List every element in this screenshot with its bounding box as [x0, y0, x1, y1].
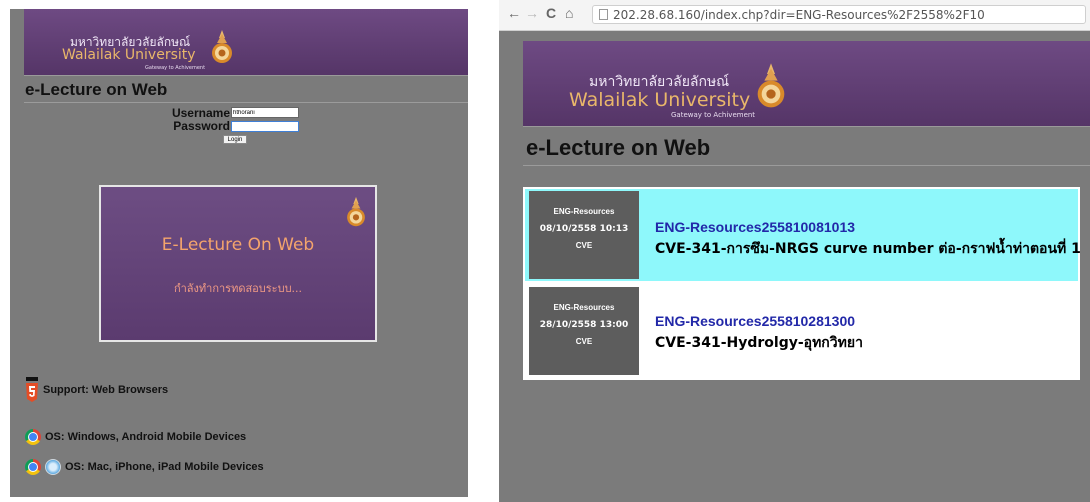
university-banner: มหาวิทยาลัยวลัยลักษณ์ Walailak Universit…	[523, 41, 1090, 127]
username-label: Username	[171, 106, 230, 120]
title-divider	[24, 102, 468, 103]
lecture-link[interactable]: ENG-Resources255810281300	[655, 313, 855, 329]
splash-panel: E-Lecture On Web กำลังทำการทดสอบระบบ...	[99, 185, 377, 342]
splash-status-text: กำลังทำการทดสอบระบบ...	[173, 282, 303, 295]
lecture-category: ENG-Resources	[553, 303, 615, 312]
lecture-description: CVE-341-Hydrolgy-อุทกวิทยา	[655, 335, 863, 351]
safari-icon	[45, 459, 61, 475]
support-mac-text: OS: Mac, iPhone, iPad Mobile Devices	[65, 461, 264, 473]
chrome-icon	[25, 459, 41, 475]
username-input[interactable]	[231, 107, 299, 118]
forward-arrow-icon[interactable]: →	[525, 5, 539, 21]
list-item[interactable]: ENG-Resources 28/10/2558 13:00 CVE ENG-R…	[525, 285, 1078, 377]
lecture-link[interactable]: ENG-Resources255810081013	[655, 219, 855, 235]
university-english-name: Walailak University	[569, 89, 751, 111]
title-divider	[523, 165, 1090, 166]
password-label: Password	[173, 119, 230, 133]
lecture-date-box: ENG-Resources 28/10/2558 13:00 CVE	[529, 287, 639, 375]
browser-toolbar: ← → C ⌂ 202.28.68.160/index.chp?dir=ENG-…	[499, 0, 1090, 31]
university-seal-icon	[347, 196, 365, 227]
university-banner: มหาวิทยาลัยวลัยลักษณ์ Walailak Universit…	[24, 9, 468, 76]
support-windows-row: OS: Windows, Android Mobile Devices	[25, 429, 246, 445]
university-seal-icon	[212, 30, 232, 63]
lecture-list: ENG-Resources 08/10/2558 10:13 CVE ENG-R…	[523, 187, 1081, 380]
back-arrow-icon[interactable]: ←	[507, 5, 521, 21]
lecture-dept: CVE	[575, 241, 593, 250]
support-mac-row: OS: Mac, iPhone, iPad Mobile Devices	[25, 459, 264, 475]
url-text: 202.28.68.160/index.chp?dir=ENG-Resource…	[613, 8, 985, 22]
lecture-dept: CVE	[575, 337, 593, 346]
university-slogan: Gateway to Achivement	[145, 65, 206, 71]
lecture-list-screenshot: ← → C ⌂ 202.28.68.160/index.chp?dir=ENG-…	[499, 0, 1090, 502]
page-icon	[599, 9, 608, 20]
university-seal-icon	[757, 63, 785, 108]
login-page-screenshot: มหาวิทยาลัยวลัยลักษณ์ Walailak Universit…	[10, 9, 468, 497]
university-english-name: Walailak University	[62, 47, 196, 63]
university-slogan: Gateway to Achivement	[671, 111, 756, 119]
html5-icon	[26, 377, 38, 402]
reload-icon[interactable]: C	[546, 5, 556, 21]
support-browsers-text: Support: Web Browsers	[43, 384, 169, 396]
login-button[interactable]: Login	[223, 135, 247, 144]
support-windows-text: OS: Windows, Android Mobile Devices	[45, 431, 247, 443]
site-title: e-Lecture on Web	[25, 80, 168, 99]
lecture-description: CVE-341-การซึม-NRGS curve number ต่อ-กรา…	[655, 241, 1081, 257]
lecture-date: 08/10/2558 10:13	[539, 224, 629, 234]
chrome-icon	[25, 429, 41, 445]
lecture-date-box: ENG-Resources 08/10/2558 10:13 CVE	[529, 191, 639, 279]
lecture-date: 28/10/2558 13:00	[539, 320, 629, 330]
splash-title: E-Lecture On Web	[161, 235, 315, 255]
home-icon[interactable]: ⌂	[565, 5, 573, 21]
password-input[interactable]	[231, 121, 299, 132]
list-item[interactable]: ENG-Resources 08/10/2558 10:13 CVE ENG-R…	[525, 189, 1081, 281]
support-browsers-row: Support: Web Browsers	[25, 377, 168, 403]
site-title: e-Lecture on Web	[526, 135, 711, 160]
lecture-category: ENG-Resources	[553, 207, 615, 216]
address-bar[interactable]: 202.28.68.160/index.chp?dir=ENG-Resource…	[592, 5, 1086, 24]
